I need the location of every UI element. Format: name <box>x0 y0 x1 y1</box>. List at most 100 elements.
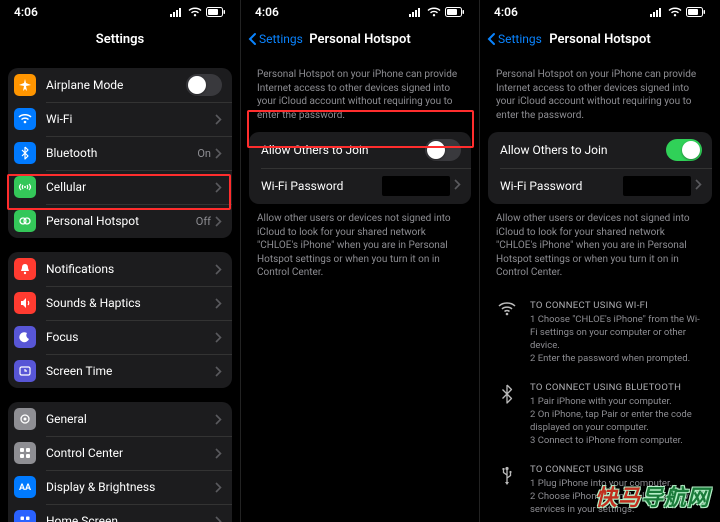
connect-step: 2 Enter the password when prompted. <box>530 353 704 366</box>
row-notifications[interactable]: Notifications <box>8 252 232 286</box>
chevron-right-icon <box>215 260 222 279</box>
row-sounds[interactable]: Sounds & Haptics <box>8 286 232 320</box>
status-bar: 4:06 <box>241 0 479 24</box>
battery-icon <box>686 7 706 17</box>
chevron-right-icon <box>215 410 222 429</box>
row-bluetooth[interactable]: Bluetooth On <box>8 136 232 170</box>
connect-bluetooth: TO CONNECT USING BLUETOOTH 1 Pair iPhone… <box>488 376 712 458</box>
status-time: 4:06 <box>494 5 518 19</box>
row-cellular[interactable]: Cellular <box>8 170 232 204</box>
row-allow-others[interactable]: Allow Others to Join <box>249 132 471 168</box>
row-display[interactable]: AA Display & Brightness <box>8 470 232 504</box>
password-value-redacted <box>382 176 450 196</box>
connect-step: 3 Connect to iPhone from computer. <box>530 435 704 448</box>
connect-wifi: TO CONNECT USING WI-FI 1 Choose "CHLOE's… <box>488 294 712 376</box>
bluetooth-icon <box>496 382 518 448</box>
chevron-right-icon <box>215 478 222 497</box>
airplane-toggle[interactable] <box>186 74 222 96</box>
screentime-icon <box>14 360 36 382</box>
row-wifi-password[interactable]: Wi-Fi Password <box>488 168 712 204</box>
row-label: Bluetooth <box>46 146 197 160</box>
hotspot-footer: Allow other users or devices not signed … <box>488 204 712 294</box>
row-label: Wi-Fi Password <box>500 179 623 193</box>
wifi-icon <box>668 7 682 17</box>
row-general[interactable]: General <box>8 402 232 436</box>
focus-icon <box>14 326 36 348</box>
chevron-right-icon <box>215 212 222 231</box>
battery-icon <box>445 7 465 17</box>
connect-title: TO CONNECT USING WI-FI <box>530 300 704 313</box>
hotspot-description: Personal Hotspot on your iPhone can prov… <box>488 68 712 132</box>
group-alerts: Notifications Sounds & Haptics Focus Scr… <box>8 252 232 388</box>
connect-step: 2 Choose iPhone from the list of network… <box>530 491 704 517</box>
row-label: Home Screen <box>46 514 215 522</box>
row-screentime[interactable]: Screen Time <box>8 354 232 388</box>
hotspot-icon <box>14 210 36 232</box>
row-control-center[interactable]: Control Center <box>8 436 232 470</box>
phone-hotspot-on: 4:06 Settings Personal Hotspot Personal … <box>480 0 720 522</box>
sounds-icon <box>14 292 36 314</box>
row-label: Control Center <box>46 446 215 460</box>
row-airplane[interactable]: Airplane Mode <box>8 68 232 102</box>
allow-others-toggle[interactable] <box>666 139 702 161</box>
row-wifi-password[interactable]: Wi-Fi Password <box>249 168 471 204</box>
svg-text:AA: AA <box>19 483 32 493</box>
allow-others-toggle[interactable] <box>425 139 461 161</box>
row-label: General <box>46 412 215 426</box>
status-bar: 4:06 <box>0 0 240 24</box>
row-hotspot[interactable]: Personal Hotspot Off <box>8 204 232 238</box>
chevron-right-icon <box>215 512 222 522</box>
row-label: Allow Others to Join <box>500 143 666 157</box>
connect-step: 2 On iPhone, tap Pair or enter the code … <box>530 409 704 435</box>
connect-usb: TO CONNECT USING USB 1 Plug iPhone into … <box>488 458 712 522</box>
back-label: Settings <box>259 32 303 46</box>
row-label: Focus <box>46 330 215 344</box>
cellular-icon <box>14 176 36 198</box>
connect-step: 1 Pair iPhone with your computer. <box>530 396 704 409</box>
group-general: General Control Center AA Display & Brig… <box>8 402 232 522</box>
general-icon <box>14 408 36 430</box>
row-label: Screen Time <box>46 364 215 378</box>
hotspot-footer: Allow other users or devices not signed … <box>249 204 471 294</box>
row-label: Airplane Mode <box>46 78 186 92</box>
row-homescreen[interactable]: Home Screen <box>8 504 232 522</box>
navbar: Settings <box>0 24 240 54</box>
battery-icon <box>206 7 226 17</box>
row-allow-others[interactable]: Allow Others to Join <box>488 132 712 168</box>
back-button[interactable]: Settings <box>486 24 542 54</box>
row-label: Sounds & Haptics <box>46 296 215 310</box>
chevron-right-icon <box>215 328 222 347</box>
usb-icon <box>496 464 518 517</box>
row-label: Allow Others to Join <box>261 143 425 157</box>
row-label: Wi-Fi Password <box>261 179 382 193</box>
row-label: Cellular <box>46 180 215 194</box>
chevron-right-icon <box>215 444 222 463</box>
row-label: Wi-Fi <box>46 112 215 126</box>
chevron-right-icon <box>215 294 222 313</box>
group-connectivity: Airplane Mode Wi-Fi Bluetooth On Cellula <box>8 68 232 238</box>
password-value-redacted <box>623 176 691 196</box>
row-label: Display & Brightness <box>46 480 215 494</box>
status-bar: 4:06 <box>480 0 720 24</box>
control-center-icon <box>14 442 36 464</box>
connect-step: 1 Choose "CHLOE's iPhone" from the Wi-Fi… <box>530 314 704 352</box>
airplane-icon <box>14 74 36 96</box>
home-icon <box>14 510 36 522</box>
row-wifi[interactable]: Wi-Fi <box>8 102 232 136</box>
display-icon: AA <box>14 476 36 498</box>
signal-icon <box>650 7 664 17</box>
row-focus[interactable]: Focus <box>8 320 232 354</box>
back-button[interactable]: Settings <box>247 24 303 54</box>
chevron-right-icon <box>215 144 222 163</box>
signal-icon <box>409 7 423 17</box>
connect-step: 1 Plug iPhone into your computer. <box>530 478 704 491</box>
connect-title: TO CONNECT USING BLUETOOTH <box>530 382 704 395</box>
chevron-right-icon <box>215 362 222 381</box>
connect-title: TO CONNECT USING USB <box>530 464 704 477</box>
navbar: Settings Personal Hotspot <box>241 24 479 54</box>
chevron-right-icon <box>215 110 222 129</box>
chevron-right-icon <box>215 178 222 197</box>
page-title: Personal Hotspot <box>549 32 650 47</box>
navbar: Settings Personal Hotspot <box>480 24 720 54</box>
phone-settings: 4:06 Settings Airplane Mode <box>0 0 240 522</box>
